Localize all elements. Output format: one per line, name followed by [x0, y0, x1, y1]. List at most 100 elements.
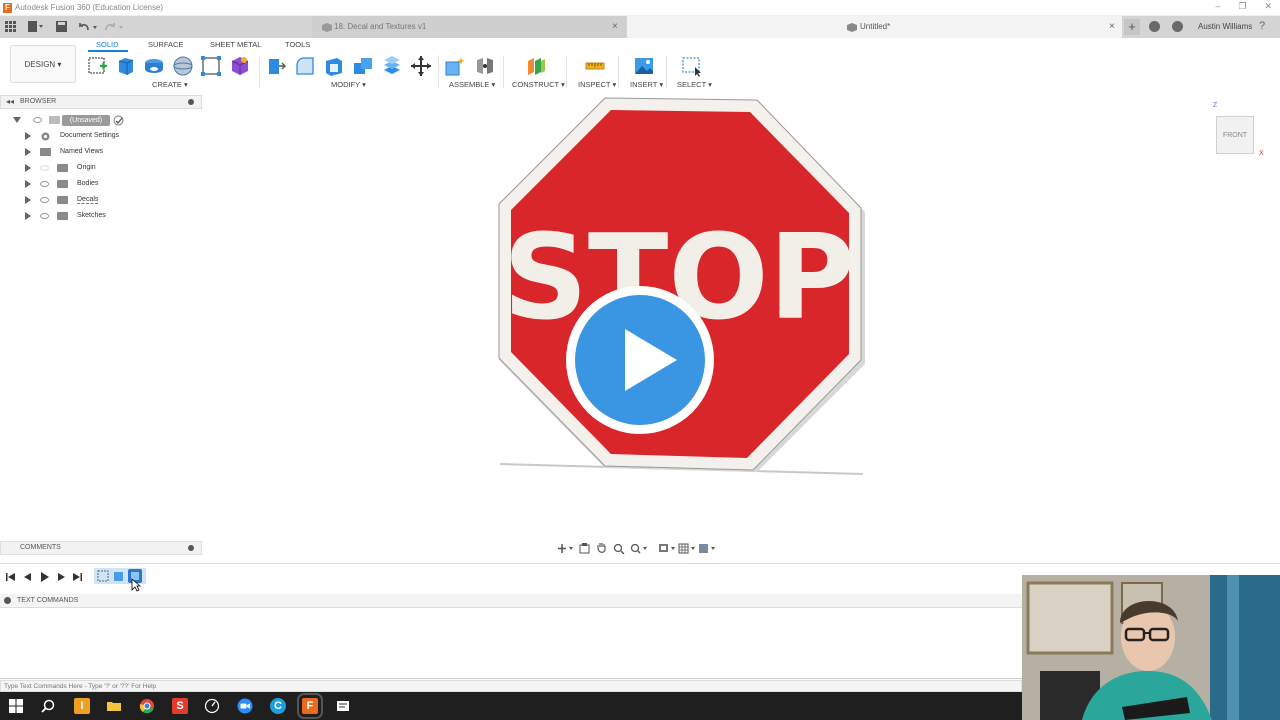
tree-item-decals[interactable]: Decals — [25, 194, 200, 208]
visibility-eye-icon[interactable] — [40, 165, 49, 171]
tab-surface[interactable]: SURFACE — [148, 40, 183, 49]
move-copy-icon[interactable] — [410, 55, 432, 77]
undo-icon[interactable] — [78, 21, 100, 33]
visibility-eye-icon[interactable] — [40, 213, 49, 219]
extensions-icon[interactable] — [1149, 21, 1160, 32]
expand-arrow-icon[interactable] — [25, 212, 31, 220]
measure-icon[interactable] — [584, 55, 606, 77]
windows-start-icon[interactable] — [8, 698, 24, 714]
step-forward-icon[interactable] — [56, 572, 66, 582]
notes-app-icon[interactable] — [335, 698, 351, 714]
construct-menu[interactable]: CONSTRUCT ▾ — [512, 80, 565, 89]
close-window-button[interactable]: ✕ — [1264, 1, 1272, 12]
visibility-eye-icon[interactable] — [33, 117, 42, 123]
data-panel-grid-icon[interactable] — [5, 21, 16, 32]
joint-icon[interactable] — [474, 55, 496, 77]
select-menu[interactable]: SELECT ▾ — [677, 80, 712, 89]
text-command-input[interactable] — [0, 680, 1022, 692]
viewcube[interactable]: FRONT — [1216, 116, 1254, 154]
tree-item-document-settings[interactable]: Document Settings — [25, 130, 200, 144]
minimize-button[interactable]: – — [1215, 1, 1220, 12]
expand-arrow-icon[interactable] — [25, 164, 31, 172]
assemble-menu[interactable]: ASSEMBLE ▾ — [449, 80, 495, 89]
zoom-app-icon[interactable] — [237, 698, 253, 714]
expand-arrow-icon[interactable] — [25, 180, 31, 188]
search-icon[interactable] — [40, 698, 56, 714]
press-pull-icon[interactable] — [265, 55, 287, 77]
tab-untitled[interactable]: Untitled* × — [627, 16, 1122, 38]
shell-icon[interactable] — [323, 55, 345, 77]
tab-close-icon[interactable]: × — [612, 16, 618, 38]
workspace-selector[interactable]: DESIGN ▾ — [10, 45, 76, 83]
play-video-button[interactable] — [566, 286, 714, 434]
combine-icon[interactable] — [352, 55, 374, 77]
step-back-icon[interactable] — [23, 572, 33, 582]
expand-arrow-icon[interactable] — [25, 148, 31, 156]
fusion-taskbar-icon[interactable]: F — [297, 693, 323, 719]
orbit-icon[interactable] — [557, 543, 575, 554]
user-account[interactable]: Austin Williams — [1198, 22, 1252, 31]
file-explorer-icon[interactable] — [106, 698, 122, 714]
expand-arrow-icon[interactable] — [25, 196, 31, 204]
new-tab-button[interactable]: + — [1124, 19, 1140, 35]
fillet-icon[interactable] — [294, 55, 316, 77]
offset-face-icon[interactable] — [381, 55, 403, 77]
stop-sign-model[interactable]: STOP — [495, 96, 870, 481]
sphere-icon[interactable] — [172, 55, 194, 77]
tab-decal-and-textures[interactable]: 18. Decal and Textures v1 × — [312, 16, 626, 38]
look-at-icon[interactable] — [579, 543, 590, 554]
extrude-icon[interactable] — [115, 55, 137, 77]
create-sketch-icon[interactable] — [87, 55, 109, 77]
select-icon[interactable] — [681, 55, 703, 77]
chrome-icon[interactable] — [139, 698, 155, 714]
redo-icon[interactable] — [104, 21, 126, 33]
browser-panel-header[interactable]: ◂◂ BROWSER — [0, 95, 202, 109]
timeline-sketch-feature-icon[interactable] — [96, 569, 110, 583]
display-settings-icon[interactable] — [658, 543, 676, 554]
text-commands-header[interactable]: TEXT COMMANDS — [0, 594, 1022, 608]
grid-settings-icon[interactable] — [678, 543, 696, 554]
timeline-extrude-feature-icon[interactable] — [112, 569, 126, 583]
zoom-icon[interactable] — [613, 543, 625, 554]
create-menu[interactable]: CREATE ▾ — [152, 80, 188, 89]
tree-item-origin[interactable]: Origin — [25, 162, 200, 176]
tab-tools[interactable]: TOOLS — [285, 40, 310, 49]
tree-item-named-views[interactable]: Named Views — [25, 146, 200, 160]
insert-image-icon[interactable] — [633, 55, 655, 77]
collapse-icon[interactable] — [4, 597, 11, 604]
pin-icon[interactable] — [188, 545, 194, 551]
create-form-icon[interactable] — [229, 55, 251, 77]
pattern-icon[interactable] — [200, 55, 222, 77]
comments-panel-header[interactable]: COMMENTS — [0, 541, 202, 555]
go-to-end-icon[interactable] — [72, 572, 82, 582]
inspect-menu[interactable]: INSPECT ▾ — [578, 80, 616, 89]
new-component-icon[interactable] — [444, 55, 466, 77]
revolve-icon[interactable] — [143, 55, 165, 77]
c-app-icon[interactable]: C — [270, 698, 286, 714]
sketchup-app-icon[interactable]: S — [172, 698, 188, 714]
offset-plane-icon[interactable] — [525, 55, 547, 77]
pin-icon[interactable] — [188, 99, 194, 105]
job-status-icon[interactable] — [1172, 21, 1183, 32]
insert-menu[interactable]: INSERT ▾ — [630, 80, 663, 89]
maximize-button[interactable]: ❐ — [1238, 1, 1246, 12]
go-to-start-icon[interactable] — [6, 572, 16, 582]
pan-hand-icon[interactable] — [596, 542, 607, 554]
activate-component-icon[interactable] — [113, 115, 124, 126]
play-timeline-icon[interactable] — [40, 572, 50, 582]
tab-sheet-metal[interactable]: SHEET METAL — [210, 40, 261, 49]
visibility-eye-icon[interactable] — [40, 197, 49, 203]
speedometer-app-icon[interactable] — [204, 698, 220, 714]
file-menu-icon[interactable] — [28, 21, 44, 33]
visibility-eye-icon[interactable] — [40, 181, 49, 187]
help-icon[interactable]: ? — [1259, 20, 1265, 32]
tab-solid[interactable]: SOLID — [96, 40, 119, 49]
tree-item-bodies[interactable]: Bodies — [25, 178, 200, 192]
tree-item-sketches[interactable]: Sketches — [25, 210, 200, 224]
modify-menu[interactable]: MODIFY ▾ — [331, 80, 366, 89]
viewports-icon[interactable] — [698, 543, 716, 554]
root-component-label[interactable]: (Unsaved) — [62, 115, 110, 126]
illustrator-app-icon[interactable]: I — [74, 698, 90, 714]
collapse-arrow-icon[interactable] — [13, 117, 21, 123]
collapse-panel-icon[interactable]: ◂◂ — [6, 97, 14, 106]
